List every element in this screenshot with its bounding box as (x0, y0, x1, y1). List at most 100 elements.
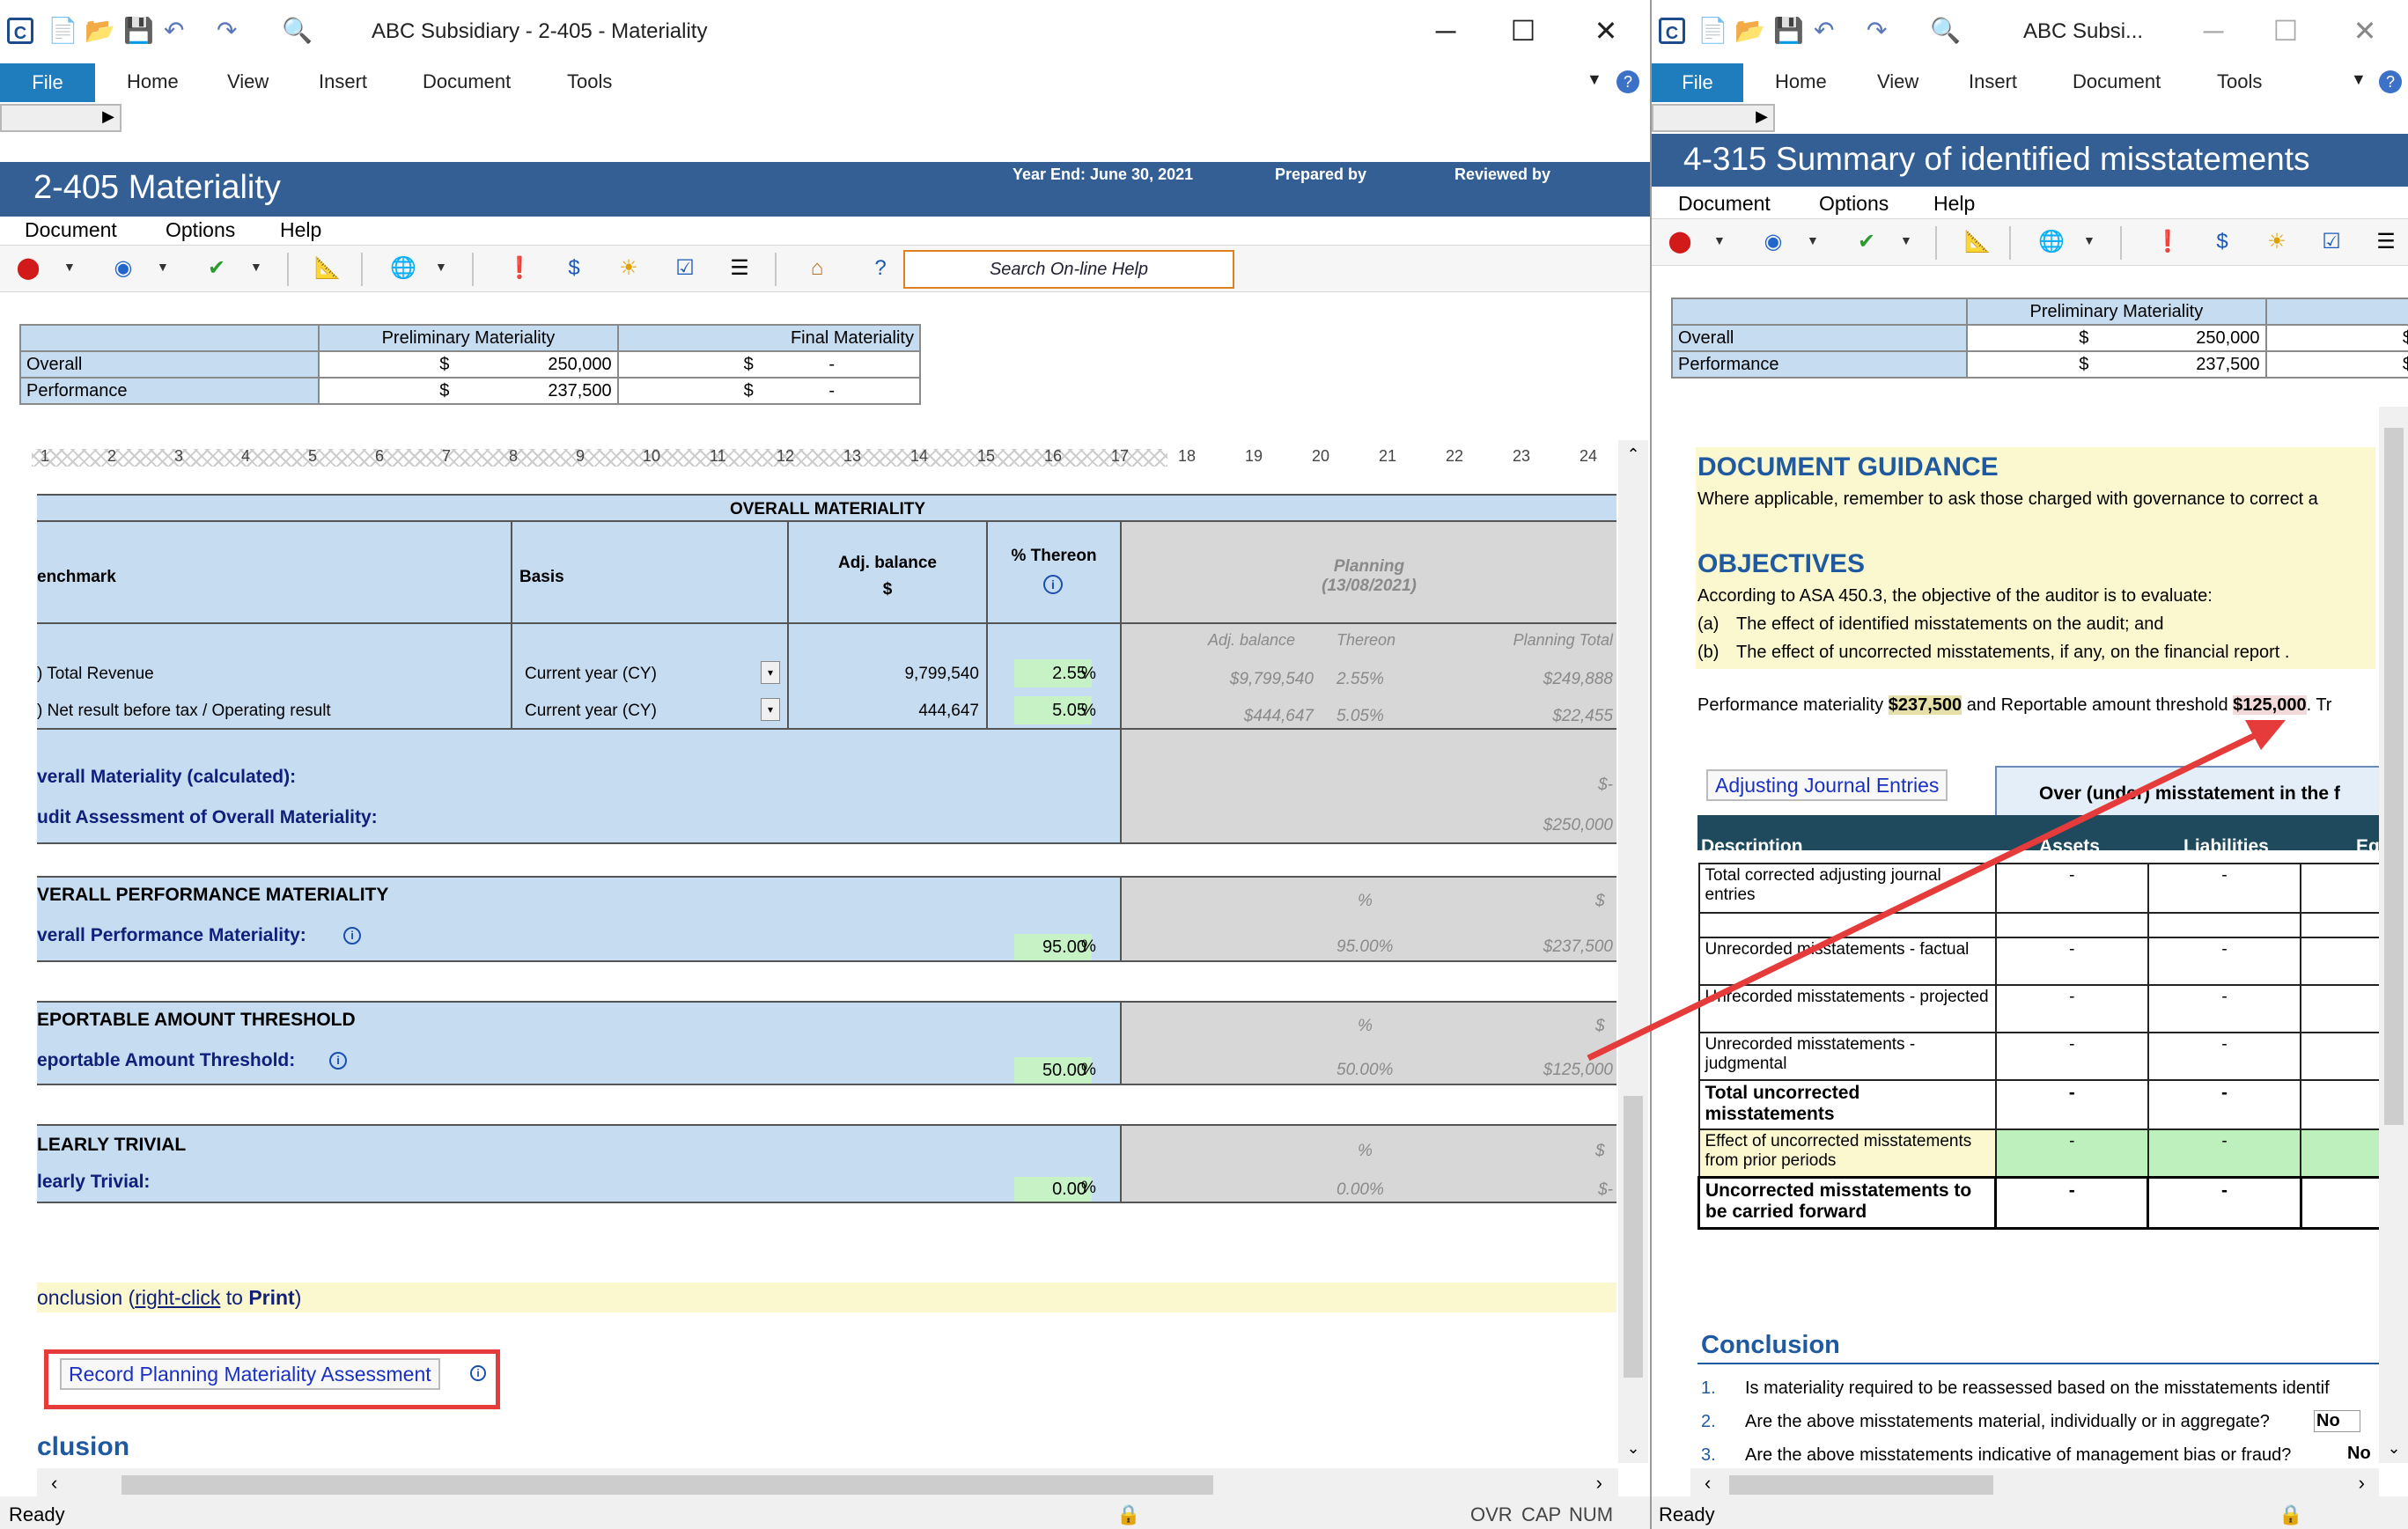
tab-insert[interactable]: Insert (319, 70, 367, 93)
maximize-button[interactable]: ☐ (2259, 9, 2312, 53)
search-online-help[interactable]: Search On-line Help (903, 250, 1234, 289)
tab-file[interactable]: File (0, 63, 95, 102)
chevron-down-icon[interactable]: ▼ (2351, 70, 2367, 89)
pct-input[interactable]: 0.00 (1014, 1177, 1092, 1202)
check-icon[interactable]: ✔ (203, 254, 231, 283)
insert-row-icon[interactable]: ☰ (725, 254, 754, 283)
pct-input[interactable]: 50.00 (1014, 1057, 1092, 1084)
tab-home[interactable]: Home (1775, 70, 1827, 93)
undo-icon[interactable]: ↶ (164, 16, 184, 46)
print-preview-icon[interactable]: 🔍 (282, 16, 313, 46)
reviewed-by[interactable]: Reviewed by (1454, 165, 1550, 184)
print-preview-icon[interactable]: 🔍 (1930, 16, 1961, 46)
pct-input[interactable]: 2.55 (1014, 659, 1092, 687)
new-icon[interactable]: 📄 (48, 16, 78, 46)
insert-row-icon[interactable]: ☰ (2372, 228, 2400, 256)
basis-dropdown[interactable]: ▾ (761, 698, 780, 721)
tab-tools[interactable]: Tools (567, 70, 612, 93)
scroll-thumb[interactable] (2384, 428, 2404, 1125)
signoff-icon[interactable]: ☑ (2317, 228, 2345, 256)
info-doc-icon[interactable]: ❗ (2154, 228, 2182, 256)
dropdown-arrow-icon[interactable]: ▼ (63, 260, 76, 274)
sun-icon[interactable]: ☀ (2263, 228, 2291, 256)
dropdown-arrow-icon[interactable]: ▼ (2083, 233, 2095, 247)
chevron-down-icon[interactable]: ▼ (1587, 70, 1602, 89)
adjusting-journal-entries-button[interactable]: Adjusting Journal Entries (1706, 769, 1948, 801)
scroll-thumb[interactable] (122, 1475, 1213, 1495)
tab-insert[interactable]: Insert (1969, 70, 2017, 93)
info-icon[interactable]: i (343, 927, 361, 945)
menu-document[interactable]: Document (25, 218, 117, 242)
open-icon[interactable]: 📂 (1734, 16, 1765, 46)
maximize-button[interactable]: ☐ (1497, 9, 1550, 53)
undo-icon[interactable]: ↶ (1814, 16, 1834, 46)
chevron-left-icon[interactable]: ‹ (51, 1472, 57, 1495)
dropdown-arrow-icon[interactable]: ▼ (435, 260, 447, 274)
menu-help[interactable]: Help (280, 218, 321, 242)
stop-icon[interactable]: ⬤ (1666, 228, 1694, 256)
globe-icon[interactable]: 🌐 (389, 254, 417, 283)
pct-input[interactable]: 95.00 (1014, 934, 1092, 960)
horizontal-scrollbar[interactable]: ‹ › (37, 1468, 1618, 1500)
redo-icon[interactable]: ↷ (217, 16, 237, 46)
close-button[interactable]: ✕ (1580, 9, 1632, 53)
sun-icon[interactable]: ☀ (615, 254, 643, 283)
prepared-by[interactable]: Prepared by (1275, 165, 1366, 184)
assets-value[interactable]: - (1994, 1128, 2149, 1178)
chevron-right-icon[interactable]: › (2359, 1472, 2365, 1495)
tab-home[interactable]: Home (127, 70, 179, 93)
dropdown-arrow-icon[interactable]: ▼ (250, 260, 262, 274)
vertical-scrollbar[interactable]: ⌄ (2379, 407, 2408, 1463)
globe-icon[interactable]: 🌐 (2037, 228, 2066, 256)
tab-document[interactable]: Document (423, 70, 511, 93)
stop-icon[interactable]: ⬤ (14, 254, 42, 283)
minimize-button[interactable]: ─ (2187, 9, 2240, 53)
column-ruler[interactable]: 1 2 3 4 5 6 7 8 9 10 11 12 13 14 15 16 1… (0, 440, 1616, 475)
info-icon[interactable]: i (1043, 575, 1063, 594)
chevron-left-icon[interactable]: ‹ (1705, 1472, 1711, 1495)
chevron-down-icon[interactable]: ⌄ (1618, 1439, 1648, 1458)
basis-dropdown[interactable]: ▾ (761, 661, 780, 684)
answer-dropdown[interactable]: No (2347, 1444, 2371, 1464)
save-icon[interactable]: 💾 (1773, 16, 1804, 46)
chevron-right-icon[interactable]: › (1596, 1472, 1602, 1495)
adj-balance-value[interactable]: 444,647 (789, 702, 979, 721)
help-icon[interactable]: ? (2379, 70, 2402, 93)
dropdown-arrow-icon[interactable]: ▼ (1900, 233, 1912, 247)
help-icon[interactable]: ? (866, 254, 895, 283)
help-icon[interactable]: ? (1616, 70, 1639, 93)
menu-document[interactable]: Document (1678, 192, 1771, 216)
liabilities-value[interactable]: - (2147, 1128, 2302, 1178)
navigation-box[interactable]: ▶ (1652, 104, 1775, 132)
answer-dropdown[interactable]: No (2314, 1410, 2360, 1432)
dollar-icon[interactable]: $ (2208, 228, 2236, 256)
close-button[interactable]: ✕ (2338, 9, 2391, 53)
tab-file[interactable]: File (1652, 63, 1743, 102)
tab-tools[interactable]: Tools (2217, 70, 2262, 93)
ruler-icon[interactable]: 📐 (313, 254, 342, 283)
tab-document[interactable]: Document (2073, 70, 2161, 93)
home-icon[interactable]: ⌂ (803, 254, 831, 283)
cycle-icon[interactable]: ◉ (1759, 228, 1787, 256)
menu-help[interactable]: Help (1933, 192, 1975, 216)
save-icon[interactable]: 💾 (123, 16, 154, 46)
check-icon[interactable]: ✔ (1852, 228, 1881, 256)
menu-options[interactable]: Options (166, 218, 235, 242)
menu-options[interactable]: Options (1819, 192, 1889, 216)
minimize-button[interactable]: ─ (1419, 9, 1472, 53)
redo-icon[interactable]: ↷ (1867, 16, 1887, 46)
info-icon[interactable]: i (329, 1052, 347, 1070)
dropdown-arrow-icon[interactable]: ▼ (1807, 233, 1819, 247)
dropdown-arrow-icon[interactable]: ▼ (1713, 233, 1726, 247)
scroll-thumb[interactable] (1729, 1475, 1993, 1495)
scroll-thumb[interactable] (1624, 1096, 1643, 1378)
tab-view[interactable]: View (227, 70, 269, 93)
tab-view[interactable]: View (1877, 70, 1918, 93)
dollar-icon[interactable]: $ (560, 254, 588, 283)
horizontal-scrollbar[interactable]: ‹ › (1690, 1468, 2379, 1500)
navigation-box[interactable]: ▶ (0, 104, 122, 132)
app-icon[interactable]: C (1659, 18, 1685, 44)
app-icon[interactable]: C (7, 18, 33, 44)
dropdown-arrow-icon[interactable]: ▼ (157, 260, 169, 274)
chevron-down-icon[interactable]: ⌄ (2379, 1439, 2408, 1458)
